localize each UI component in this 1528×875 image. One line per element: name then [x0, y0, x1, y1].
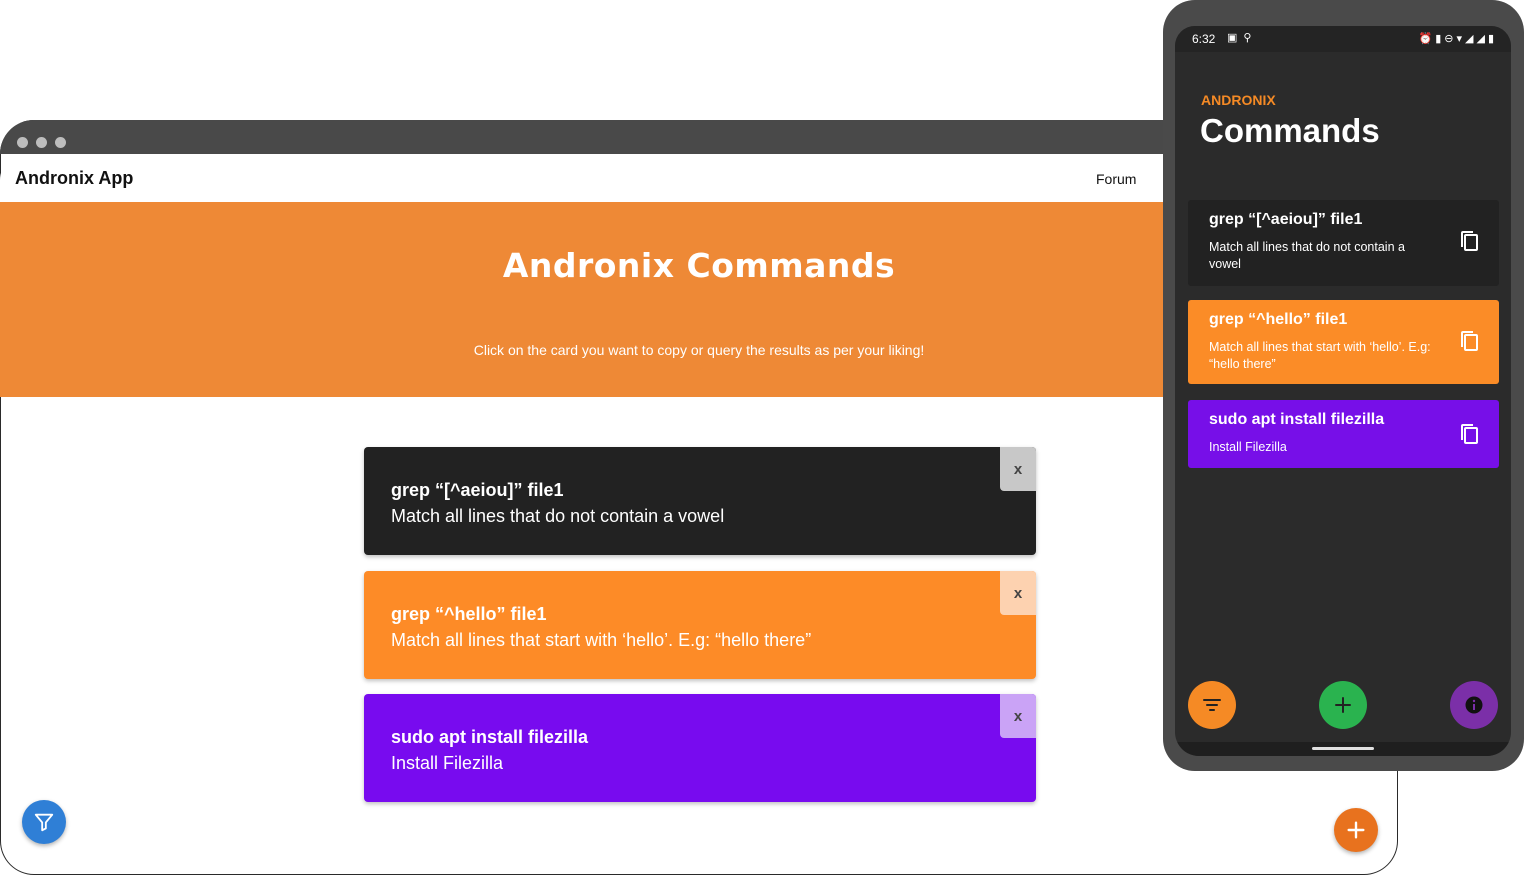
command-text: sudo apt install filezilla: [391, 727, 589, 747]
plus-icon: [1347, 821, 1365, 839]
nav-link-forum[interactable]: Forum: [1096, 171, 1136, 187]
add-command-button[interactable]: [1334, 808, 1378, 852]
window-dot-maximize[interactable]: [55, 137, 66, 148]
notification-icons: ▣⚲: [1227, 32, 1258, 44]
command-text: grep “[^aeiou]” file1: [391, 480, 564, 500]
command-text: sudo apt install filezilla: [1209, 411, 1385, 428]
window-dot-close[interactable]: [17, 137, 28, 148]
phone-screen: 6:32 ▣⚲ ⏰▮⊖▾◢◢▮ ANDRONIX Commands grep “…: [1175, 26, 1511, 756]
phone-command-card[interactable]: grep “[^aeiou]” file1 Match all lines th…: [1188, 200, 1499, 286]
command-description: Match all lines that do not contain a vo…: [391, 506, 725, 526]
app-label: ANDRONIX: [1201, 92, 1276, 108]
home-gesture-handle[interactable]: [1312, 747, 1374, 750]
command-description: Install Filezilla: [1209, 440, 1287, 454]
info-icon: [1465, 696, 1483, 714]
phone-frame: 6:32 ▣⚲ ⏰▮⊖▾◢◢▮ ANDRONIX Commands grep “…: [1163, 0, 1524, 771]
status-bar: 6:32 ▣⚲ ⏰▮⊖▾◢◢▮: [1175, 26, 1511, 52]
status-icons: ⏰▮⊖▾◢◢▮: [1418, 33, 1497, 45]
command-text: grep “^hello” file1: [1209, 311, 1348, 328]
command-text: grep “[^aeiou]” file1: [1209, 211, 1363, 228]
copy-icon[interactable]: [1459, 230, 1479, 252]
command-card[interactable]: grep “[^aeiou]” file1 Match all lines th…: [364, 447, 1036, 555]
filter-button[interactable]: [22, 800, 66, 844]
phone-filter-button[interactable]: [1188, 681, 1236, 729]
close-card-button[interactable]: x: [1000, 571, 1036, 615]
phone-command-card[interactable]: sudo apt install filezilla Install Filez…: [1188, 400, 1499, 468]
command-description: Match all lines that do not contain a vo…: [1209, 240, 1405, 271]
phone-command-card[interactable]: grep “^hello” file1 Match all lines that…: [1188, 300, 1499, 384]
filter-list-icon: [1203, 699, 1221, 711]
command-card[interactable]: sudo apt install filezilla Install Filez…: [364, 694, 1036, 802]
window-dot-minimize[interactable]: [36, 137, 47, 148]
close-card-button[interactable]: x: [1000, 694, 1036, 738]
filter-funnel-icon: [34, 813, 54, 832]
plus-icon: [1335, 697, 1351, 713]
copy-icon[interactable]: [1459, 330, 1479, 352]
phone-info-button[interactable]: [1450, 681, 1498, 729]
command-description: Match all lines that start with ‘hello’.…: [391, 630, 812, 650]
command-description: Match all lines that start with ‘hello’.…: [1209, 340, 1431, 371]
copy-icon[interactable]: [1459, 423, 1479, 445]
phone-add-button[interactable]: [1319, 681, 1367, 729]
command-card[interactable]: grep “^hello” file1 Match all lines that…: [364, 571, 1036, 679]
app-title: Commands: [1200, 112, 1380, 149]
command-description: Install Filezilla: [391, 753, 504, 773]
brand-title[interactable]: Andronix App: [15, 168, 133, 189]
status-time: 6:32: [1192, 32, 1216, 46]
command-text: grep “^hello” file1: [391, 604, 547, 624]
close-card-button[interactable]: x: [1000, 447, 1036, 491]
